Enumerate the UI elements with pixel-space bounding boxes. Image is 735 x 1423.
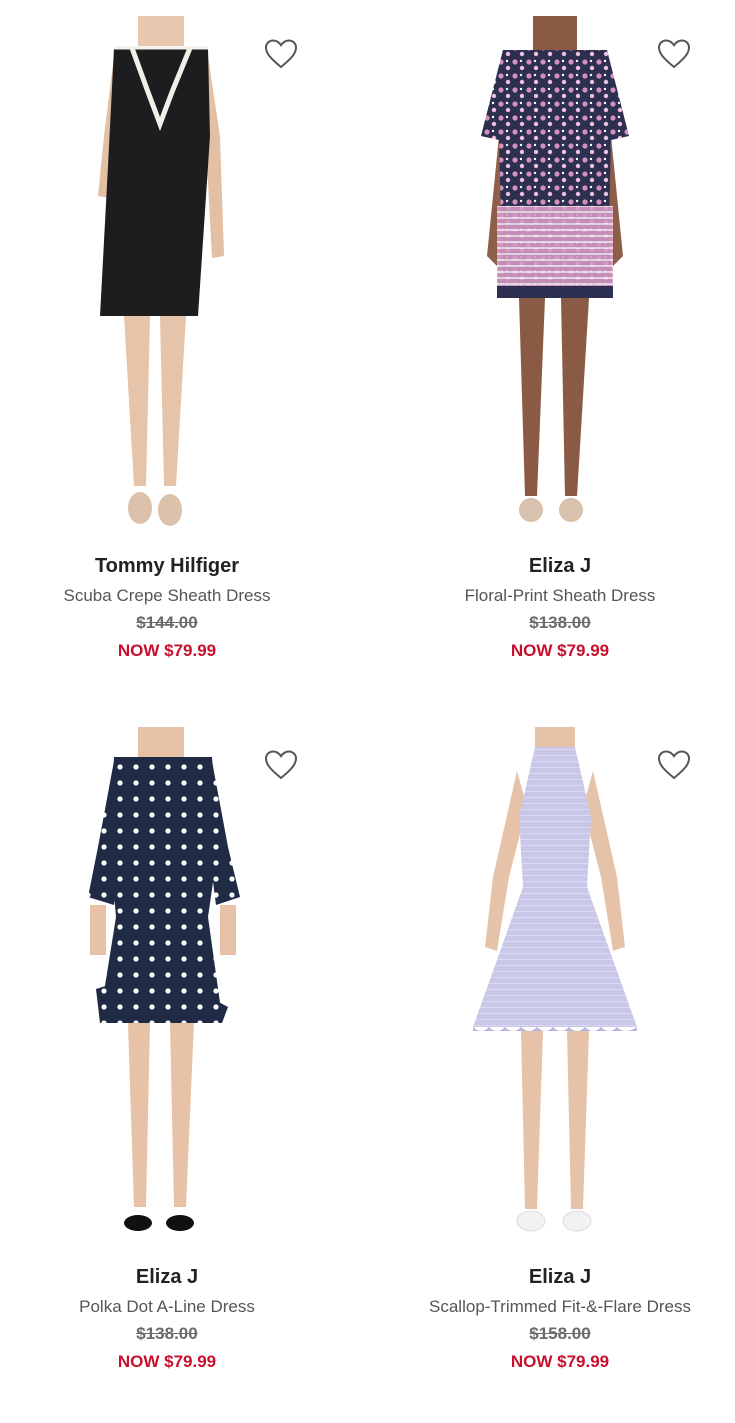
product-name[interactable]: Polka Dot A-Line Dress (0, 1296, 334, 1318)
original-price: $138.00 (529, 613, 591, 632)
sale-price: NOW $79.99 (510, 641, 610, 660)
product-name[interactable]: Scallop-Trimmed Fit-&-Flare Dress (393, 1296, 727, 1318)
product-card[interactable]: Eliza J Scallop-Trimmed Fit-&-Flare Dres… (393, 727, 713, 1407)
heart-outline-icon (264, 750, 298, 780)
sale-price: NOW $79.99 (117, 641, 217, 660)
wishlist-button[interactable] (264, 749, 298, 781)
wishlist-button[interactable] (657, 749, 691, 781)
product-grid: Tommy Hilfiger Scuba Crepe Sheath Dress … (0, 0, 735, 1423)
heart-outline-icon (657, 39, 691, 69)
product-image (441, 16, 669, 528)
product-card[interactable]: Eliza J Floral-Print Sheath Dress $138.0… (393, 16, 713, 696)
product-image (48, 727, 276, 1239)
product-image-link[interactable] (441, 16, 669, 528)
product-card[interactable]: Eliza J Polka Dot A-Line Dress $138.00 N… (0, 727, 320, 1407)
product-brand[interactable]: Eliza J (393, 552, 727, 580)
product-brand[interactable]: Eliza J (0, 1263, 334, 1291)
sale-price: NOW $79.99 (510, 1352, 610, 1371)
original-price: $138.00 (136, 1324, 198, 1343)
product-card[interactable]: Tommy Hilfiger Scuba Crepe Sheath Dress … (0, 16, 320, 696)
product-name[interactable]: Scuba Crepe Sheath Dress (0, 585, 334, 607)
product-name[interactable]: Floral-Print Sheath Dress (393, 585, 727, 607)
product-brand[interactable]: Eliza J (393, 1263, 727, 1291)
heart-outline-icon (264, 39, 298, 69)
product-info: Eliza J Polka Dot A-Line Dress $138.00 N… (0, 1263, 334, 1373)
original-price: $158.00 (529, 1324, 591, 1343)
product-info: Eliza J Floral-Print Sheath Dress $138.0… (393, 552, 727, 662)
wishlist-button[interactable] (657, 38, 691, 70)
heart-outline-icon (657, 750, 691, 780)
product-info: Tommy Hilfiger Scuba Crepe Sheath Dress … (0, 552, 334, 662)
product-image-link[interactable] (441, 727, 669, 1239)
product-image-link[interactable] (48, 727, 276, 1239)
original-price: $144.00 (136, 613, 198, 632)
product-brand[interactable]: Tommy Hilfiger (0, 552, 334, 580)
wishlist-button[interactable] (264, 38, 298, 70)
product-image (48, 16, 276, 528)
product-image (441, 727, 669, 1239)
product-image-link[interactable] (48, 16, 276, 528)
product-info: Eliza J Scallop-Trimmed Fit-&-Flare Dres… (393, 1263, 727, 1373)
sale-price: NOW $79.99 (117, 1352, 217, 1371)
